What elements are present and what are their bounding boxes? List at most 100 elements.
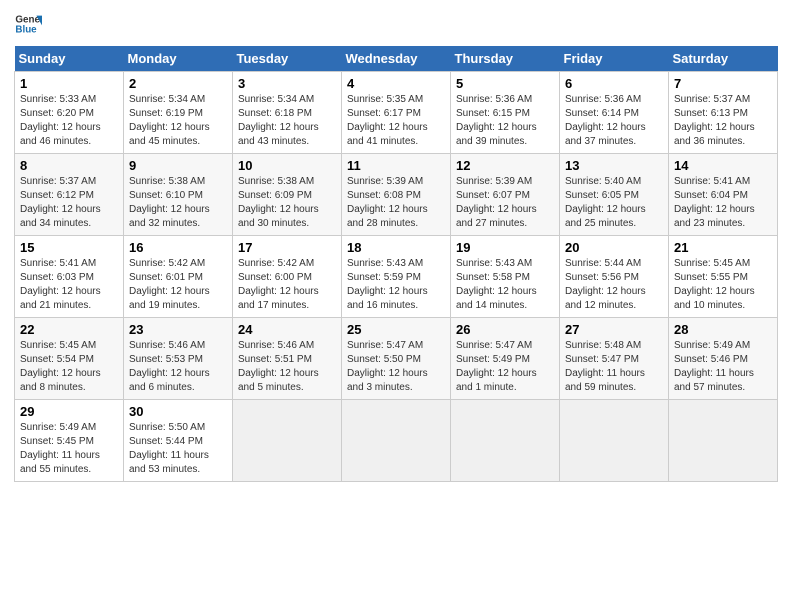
calendar-week-row: 22 Sunrise: 5:45 AMSunset: 5:54 PMDayligh…	[15, 318, 778, 400]
day-number: 16	[129, 240, 227, 255]
day-number: 15	[20, 240, 118, 255]
day-number: 19	[456, 240, 554, 255]
calendar-day-cell: 8 Sunrise: 5:37 AMSunset: 6:12 PMDaylight…	[15, 154, 124, 236]
day-number: 17	[238, 240, 336, 255]
calendar-day-cell: 6 Sunrise: 5:36 AMSunset: 6:14 PMDaylight…	[560, 72, 669, 154]
day-detail: Sunrise: 5:33 AMSunset: 6:20 PMDaylight:…	[20, 94, 101, 147]
day-number: 6	[565, 76, 663, 91]
day-detail: Sunrise: 5:47 AMSunset: 5:50 PMDaylight:…	[347, 340, 428, 393]
day-detail: Sunrise: 5:48 AMSunset: 5:47 PMDaylight:…	[565, 340, 645, 393]
day-number: 20	[565, 240, 663, 255]
day-detail: Sunrise: 5:46 AMSunset: 5:53 PMDaylight:…	[129, 340, 210, 393]
day-detail: Sunrise: 5:37 AMSunset: 6:13 PMDaylight:…	[674, 94, 755, 147]
weekday-header: Monday	[124, 46, 233, 72]
day-detail: Sunrise: 5:46 AMSunset: 5:51 PMDaylight:…	[238, 340, 319, 393]
day-detail: Sunrise: 5:41 AMSunset: 6:03 PMDaylight:…	[20, 258, 101, 311]
calendar-day-cell: 26 Sunrise: 5:47 AMSunset: 5:49 PMDayligh…	[451, 318, 560, 400]
calendar-day-cell: 25 Sunrise: 5:47 AMSunset: 5:50 PMDayligh…	[342, 318, 451, 400]
weekday-header: Wednesday	[342, 46, 451, 72]
day-detail: Sunrise: 5:43 AMSunset: 5:59 PMDaylight:…	[347, 258, 428, 311]
day-number: 2	[129, 76, 227, 91]
calendar-week-row: 8 Sunrise: 5:37 AMSunset: 6:12 PMDaylight…	[15, 154, 778, 236]
calendar-day-cell: 15 Sunrise: 5:41 AMSunset: 6:03 PMDayligh…	[15, 236, 124, 318]
calendar-day-cell	[233, 400, 342, 482]
day-detail: Sunrise: 5:50 AMSunset: 5:44 PMDaylight:…	[129, 422, 209, 475]
day-detail: Sunrise: 5:43 AMSunset: 5:58 PMDaylight:…	[456, 258, 537, 311]
svg-text:Blue: Blue	[15, 24, 37, 35]
calendar-day-cell: 20Sunrise: 5:44 AMSunset: 5:56 PMDayligh…	[560, 236, 669, 318]
weekday-header: Thursday	[451, 46, 560, 72]
day-number: 8	[20, 158, 118, 173]
day-number: 25	[347, 322, 445, 337]
calendar-day-cell: 28 Sunrise: 5:49 AMSunset: 5:46 PMDayligh…	[669, 318, 778, 400]
calendar-day-cell: 30 Sunrise: 5:50 AMSunset: 5:44 PMDayligh…	[124, 400, 233, 482]
calendar-day-cell: 1 Sunrise: 5:33 AMSunset: 6:20 PMDaylight…	[15, 72, 124, 154]
day-detail: Sunrise: 5:34 AMSunset: 6:18 PMDaylight:…	[238, 94, 319, 147]
day-number: 9	[129, 158, 227, 173]
day-detail: Sunrise: 5:36 AMSunset: 6:15 PMDaylight:…	[456, 94, 537, 147]
calendar-header-row: SundayMondayTuesdayWednesdayThursdayFrid…	[15, 46, 778, 72]
day-detail: Sunrise: 5:42 AMSunset: 6:00 PMDaylight:…	[238, 258, 319, 311]
day-detail: Sunrise: 5:45 AMSunset: 5:54 PMDaylight:…	[20, 340, 101, 393]
calendar-day-cell: 27 Sunrise: 5:48 AMSunset: 5:47 PMDayligh…	[560, 318, 669, 400]
main-container: General Blue SundayMondayTuesdayWednesda…	[0, 0, 792, 492]
day-number: 21	[674, 240, 772, 255]
calendar-week-row: 15 Sunrise: 5:41 AMSunset: 6:03 PMDayligh…	[15, 236, 778, 318]
day-number: 12	[456, 158, 554, 173]
calendar-table: SundayMondayTuesdayWednesdayThursdayFrid…	[14, 46, 778, 482]
calendar-day-cell: 2 Sunrise: 5:34 AMSunset: 6:19 PMDaylight…	[124, 72, 233, 154]
calendar-day-cell: 22 Sunrise: 5:45 AMSunset: 5:54 PMDayligh…	[15, 318, 124, 400]
calendar-week-row: 1 Sunrise: 5:33 AMSunset: 6:20 PMDaylight…	[15, 72, 778, 154]
calendar-day-cell	[669, 400, 778, 482]
calendar-day-cell: 3 Sunrise: 5:34 AMSunset: 6:18 PMDaylight…	[233, 72, 342, 154]
calendar-day-cell: 7 Sunrise: 5:37 AMSunset: 6:13 PMDaylight…	[669, 72, 778, 154]
day-number: 22	[20, 322, 118, 337]
day-detail: Sunrise: 5:37 AMSunset: 6:12 PMDaylight:…	[20, 176, 101, 229]
day-number: 13	[565, 158, 663, 173]
header: General Blue	[14, 10, 778, 38]
day-detail: Sunrise: 5:39 AMSunset: 6:08 PMDaylight:…	[347, 176, 428, 229]
calendar-day-cell	[560, 400, 669, 482]
day-detail: Sunrise: 5:42 AMSunset: 6:01 PMDaylight:…	[129, 258, 210, 311]
day-detail: Sunrise: 5:38 AMSunset: 6:10 PMDaylight:…	[129, 176, 210, 229]
calendar-week-row: 29 Sunrise: 5:49 AMSunset: 5:45 PMDayligh…	[15, 400, 778, 482]
day-number: 10	[238, 158, 336, 173]
calendar-day-cell	[451, 400, 560, 482]
day-detail: Sunrise: 5:41 AMSunset: 6:04 PMDaylight:…	[674, 176, 755, 229]
day-number: 3	[238, 76, 336, 91]
calendar-day-cell: 21 Sunrise: 5:45 AMSunset: 5:55 PMDayligh…	[669, 236, 778, 318]
calendar-day-cell: 29 Sunrise: 5:49 AMSunset: 5:45 PMDayligh…	[15, 400, 124, 482]
logo: General Blue	[14, 10, 46, 38]
calendar-day-cell: 11 Sunrise: 5:39 AMSunset: 6:08 PMDayligh…	[342, 154, 451, 236]
day-number: 11	[347, 158, 445, 173]
calendar-day-cell: 18 Sunrise: 5:43 AMSunset: 5:59 PMDayligh…	[342, 236, 451, 318]
day-detail: Sunrise: 5:49 AMSunset: 5:45 PMDaylight:…	[20, 422, 100, 475]
day-number: 27	[565, 322, 663, 337]
day-detail: Sunrise: 5:34 AMSunset: 6:19 PMDaylight:…	[129, 94, 210, 147]
day-detail: Sunrise: 5:47 AMSunset: 5:49 PMDaylight:…	[456, 340, 537, 393]
calendar-day-cell: 14Sunrise: 5:41 AMSunset: 6:04 PMDayligh…	[669, 154, 778, 236]
day-detail: Sunrise: 5:38 AMSunset: 6:09 PMDaylight:…	[238, 176, 319, 229]
weekday-header: Friday	[560, 46, 669, 72]
calendar-day-cell: 19 Sunrise: 5:43 AMSunset: 5:58 PMDayligh…	[451, 236, 560, 318]
weekday-header: Tuesday	[233, 46, 342, 72]
day-detail: Sunrise: 5:36 AMSunset: 6:14 PMDaylight:…	[565, 94, 646, 147]
day-detail: Sunrise: 5:45 AMSunset: 5:55 PMDaylight:…	[674, 258, 755, 311]
day-detail: Sunrise: 5:49 AMSunset: 5:46 PMDaylight:…	[674, 340, 754, 393]
day-number: 24	[238, 322, 336, 337]
calendar-day-cell	[342, 400, 451, 482]
day-number: 7	[674, 76, 772, 91]
calendar-day-cell: 4Sunrise: 5:35 AMSunset: 6:17 PMDaylight…	[342, 72, 451, 154]
day-number: 4	[347, 76, 445, 91]
day-detail: Sunrise: 5:39 AMSunset: 6:07 PMDaylight:…	[456, 176, 537, 229]
day-number: 28	[674, 322, 772, 337]
day-number: 1	[20, 76, 118, 91]
day-number: 29	[20, 404, 118, 419]
calendar-day-cell: 9 Sunrise: 5:38 AMSunset: 6:10 PMDaylight…	[124, 154, 233, 236]
day-number: 30	[129, 404, 227, 419]
day-number: 18	[347, 240, 445, 255]
weekday-header: Saturday	[669, 46, 778, 72]
day-number: 26	[456, 322, 554, 337]
calendar-day-cell: 5Sunrise: 5:36 AMSunset: 6:15 PMDaylight…	[451, 72, 560, 154]
calendar-day-cell: 16 Sunrise: 5:42 AMSunset: 6:01 PMDayligh…	[124, 236, 233, 318]
